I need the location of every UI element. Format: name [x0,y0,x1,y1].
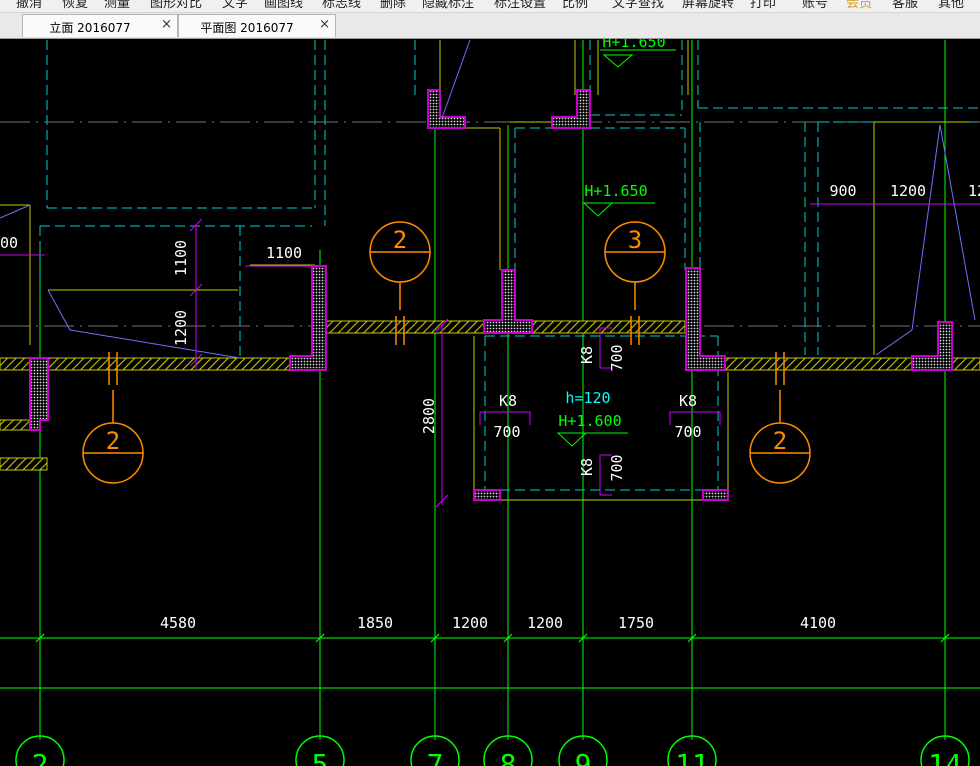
menu-item-scale[interactable]: 比例 [562,0,588,11]
reference-lines [0,121,980,327]
menu-item-compare[interactable]: 图形对比 [150,0,202,11]
rebar-dim-4: 700 [608,454,626,481]
dimension-marks [0,203,980,508]
dim-vertical-1: 1100 [172,240,190,276]
menu-item-delete[interactable]: 删除 [380,0,406,11]
tab-floor-plan-label: 平面图 2016077 [200,21,294,35]
menu-item-other[interactable]: 其他 [938,0,964,11]
dim-bottom-1: 4580 [160,614,196,632]
dim-vertical-2: 1200 [172,310,190,346]
level-symbols [556,49,676,447]
axis-label-7: 7 [427,748,444,766]
tab-elevation-label: 立面 2016077 [49,21,131,35]
menu-item-hide-dims[interactable]: 隐藏标注 [422,0,474,11]
rebar-label-3: K8 [578,346,596,364]
menu-item-draw-line[interactable]: 画图线 [264,0,303,11]
dim-bottom-5: 1750 [618,614,654,632]
section-number-2b: 2 [106,427,120,455]
toolbar-menu: 撤消 恢复 测量 图形对比 文字 画图线 标志线 删除 隐藏标注 标注设置 比例… [0,0,980,13]
dim-bottom-2: 1850 [357,614,393,632]
menu-item-support[interactable]: 客服 [892,0,918,11]
cad-drawing-canvas[interactable]: 4580 1850 1200 1200 1750 4100 900 1200 1… [0,39,980,766]
rebar-label-2: K8 [679,392,697,410]
rebar-dim-2: 700 [674,423,701,441]
level-text-mid: H+1.650 [584,182,647,200]
menu-item-find-text[interactable]: 文字查找 [612,0,664,11]
columns [29,89,953,501]
menu-item-account[interactable]: 账号 [802,0,828,11]
hatched-walls [0,320,980,471]
menu-item-vip[interactable]: 会员 [846,0,872,11]
menu-item-rotate[interactable]: 屏幕旋转 [682,0,734,11]
menu-item-print[interactable]: 打印 [750,0,776,11]
tab-floor-plan[interactable]: 平面图 2016077 × [178,14,336,37]
close-icon[interactable]: × [161,17,172,32]
dim-bottom-4: 1200 [527,614,563,632]
menu-item-mark-line[interactable]: 标志线 [322,0,361,11]
dim-top-right-1: 900 [829,182,856,200]
menu-item-measure[interactable]: 测量 [104,0,130,11]
document-tab-bar: 立面 2016077 × 平面图 2016077 × [0,13,980,39]
level-text-top: H+1.650 [602,39,665,51]
dim-vertical-3: 2800 [420,398,438,434]
menu-item-redo[interactable]: 恢复 [62,0,88,11]
axis-label-8: 8 [500,748,517,766]
axis-label-11: 11 [675,748,709,766]
axis-label-5: 5 [312,748,329,766]
section-number-2c: 2 [773,427,787,455]
dim-top-right-2: 1200 [890,182,926,200]
section-number-2a: 2 [393,226,407,254]
rebar-dim-3: 700 [608,344,626,371]
menu-item-undo[interactable]: 撤消 [16,0,42,11]
rebar-label-1: K8 [499,392,517,410]
axis-bubbles [15,735,970,766]
dim-top-right-3: 12 [968,182,980,200]
axis-label-14: 14 [928,748,962,766]
dim-bottom-3: 1200 [452,614,488,632]
beam-height-text: h=120 [565,389,610,407]
close-icon[interactable]: × [319,17,330,32]
axis-grid-lines [39,40,946,740]
rebar-label-4: K8 [578,458,596,476]
level-text-low: H+1.600 [558,412,621,430]
dim-opening: 1100 [266,244,302,262]
menu-item-text[interactable]: 文字 [222,0,248,11]
tab-elevation[interactable]: 立面 2016077 × [22,14,178,37]
section-number-3: 3 [628,226,642,254]
axis-label-9: 9 [575,748,592,766]
rebar-dim-1: 700 [493,423,520,441]
dim-bottom-6: 4100 [800,614,836,632]
dim-left-partial: 00 [0,234,18,252]
menu-item-dim-settings[interactable]: 标注设置 [494,0,546,11]
dimension-lines [0,637,980,689]
axis-label-2: 2 [32,748,49,766]
